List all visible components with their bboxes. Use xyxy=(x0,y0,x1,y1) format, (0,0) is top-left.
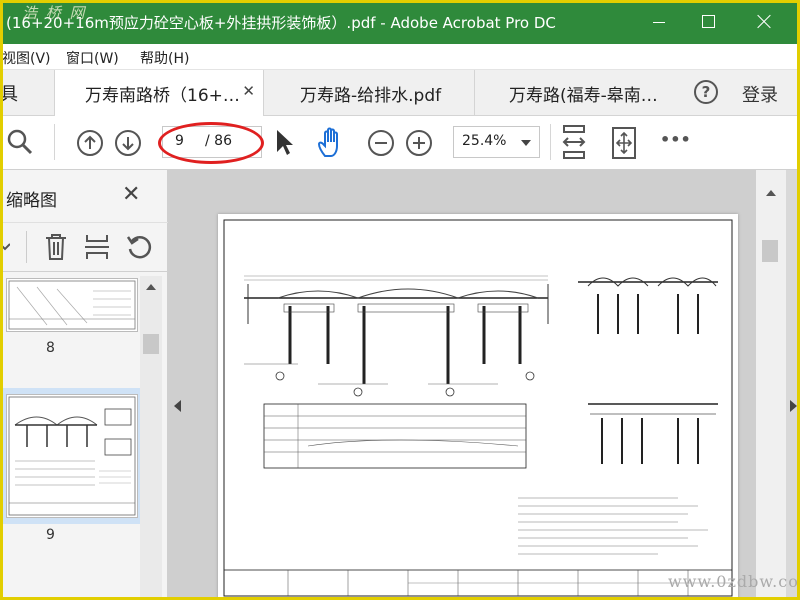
zoom-value: 25.4% xyxy=(462,133,507,149)
separator xyxy=(26,231,27,263)
menu-window[interactable]: 窗口(W) xyxy=(66,48,119,68)
fit-page-icon[interactable] xyxy=(610,126,638,160)
help-icon[interactable]: ? xyxy=(694,80,718,104)
fit-width-icon[interactable] xyxy=(560,124,588,162)
tab-label: 万寿路-给排水.pdf xyxy=(300,86,442,106)
engineering-drawing xyxy=(223,219,733,597)
chevron-down-icon[interactable] xyxy=(0,241,10,253)
hand-tool-icon[interactable] xyxy=(316,126,348,160)
trash-icon[interactable] xyxy=(44,233,68,261)
watermark-logo: 浩 桥 网 xyxy=(22,4,87,22)
separator xyxy=(54,124,55,160)
minimize-button[interactable] xyxy=(648,10,672,34)
panel-title: 缩略图 xyxy=(6,191,57,211)
menu-help[interactable]: 帮助(H) xyxy=(140,48,189,68)
scroll-up-icon[interactable] xyxy=(146,284,156,290)
tab-tools[interactable]: 具 xyxy=(0,80,18,106)
page-number-field[interactable]: 9 / 86 xyxy=(162,126,262,158)
close-window-button[interactable] xyxy=(752,10,776,34)
tab-document-2[interactable]: 万寿路-给排水.pdf xyxy=(264,70,474,116)
thumbnail-toolbar xyxy=(0,222,168,272)
total-pages: / 86 xyxy=(205,133,232,149)
thumbnail-image xyxy=(8,280,136,330)
tab-label: 万寿路(福寿-皋南… xyxy=(509,86,658,106)
thumbnail-label-9: 9 xyxy=(46,527,55,543)
zoom-in-icon[interactable] xyxy=(405,129,433,157)
collapse-left-icon[interactable] xyxy=(174,400,181,412)
chevron-down-icon xyxy=(521,140,531,146)
maximize-button[interactable] xyxy=(697,10,721,34)
tab-document-3[interactable]: 万寿路(福寿-皋南… xyxy=(474,70,684,116)
prev-page-icon[interactable] xyxy=(76,129,104,157)
window-title: (16+20+16m预应力砼空心板+外挂拱形装饰板）.pdf - Adobe A… xyxy=(6,14,556,32)
tab-document-1[interactable]: 万寿南路桥（16+… ✕ xyxy=(54,70,264,116)
next-page-icon[interactable] xyxy=(114,129,142,157)
thumbnail-page-8[interactable] xyxy=(6,278,138,332)
page-watermark: www.0zdbw.com xyxy=(668,572,800,591)
more-options-icon[interactable]: ••• xyxy=(660,130,691,149)
tabs-bar: 具 万寿南路桥（16+… ✕ 万寿路-给排水.pdf 万寿路(福寿-皋南… ? … xyxy=(0,70,800,116)
thumbnail-label-8: 8 xyxy=(46,340,55,356)
zoom-out-icon[interactable] xyxy=(367,129,395,157)
scroll-thumb[interactable] xyxy=(143,334,159,354)
rotate-icon[interactable] xyxy=(126,233,154,261)
tab-label: 万寿南路桥（16+… xyxy=(85,86,240,106)
close-icon[interactable]: ✕ xyxy=(122,182,140,207)
toolbar: 9 / 86 25.4% ••• xyxy=(0,116,800,170)
menu-view[interactable]: 视图(V) xyxy=(2,48,51,68)
separator xyxy=(550,124,551,160)
scroll-thumb[interactable] xyxy=(762,240,778,262)
tab-close-icon[interactable]: ✕ xyxy=(242,82,255,100)
thumbnail-page-9[interactable] xyxy=(6,394,138,518)
collapse-right-icon[interactable] xyxy=(790,400,797,412)
thumbnail-panel: 缩略图 ✕ xyxy=(0,170,168,600)
menu-bar: 视图(V) 窗口(W) 帮助(H) xyxy=(0,44,800,70)
pdf-page[interactable] xyxy=(218,214,738,600)
document-scrollbar[interactable] xyxy=(756,170,786,600)
scroll-up-icon[interactable] xyxy=(766,190,776,196)
thumbnail-scrollbar[interactable] xyxy=(140,276,162,600)
thumbnail-image xyxy=(8,396,136,516)
zoom-select[interactable]: 25.4% xyxy=(453,126,540,158)
current-page[interactable]: 9 xyxy=(175,133,184,149)
title-bar: (16+20+16m预应力砼空心板+外挂拱形装饰板）.pdf - Adobe A… xyxy=(0,0,800,44)
extract-pages-icon[interactable] xyxy=(84,233,110,261)
select-arrow-icon[interactable] xyxy=(274,128,296,158)
search-icon[interactable] xyxy=(6,128,34,156)
login-button[interactable]: 登录 xyxy=(742,81,778,107)
